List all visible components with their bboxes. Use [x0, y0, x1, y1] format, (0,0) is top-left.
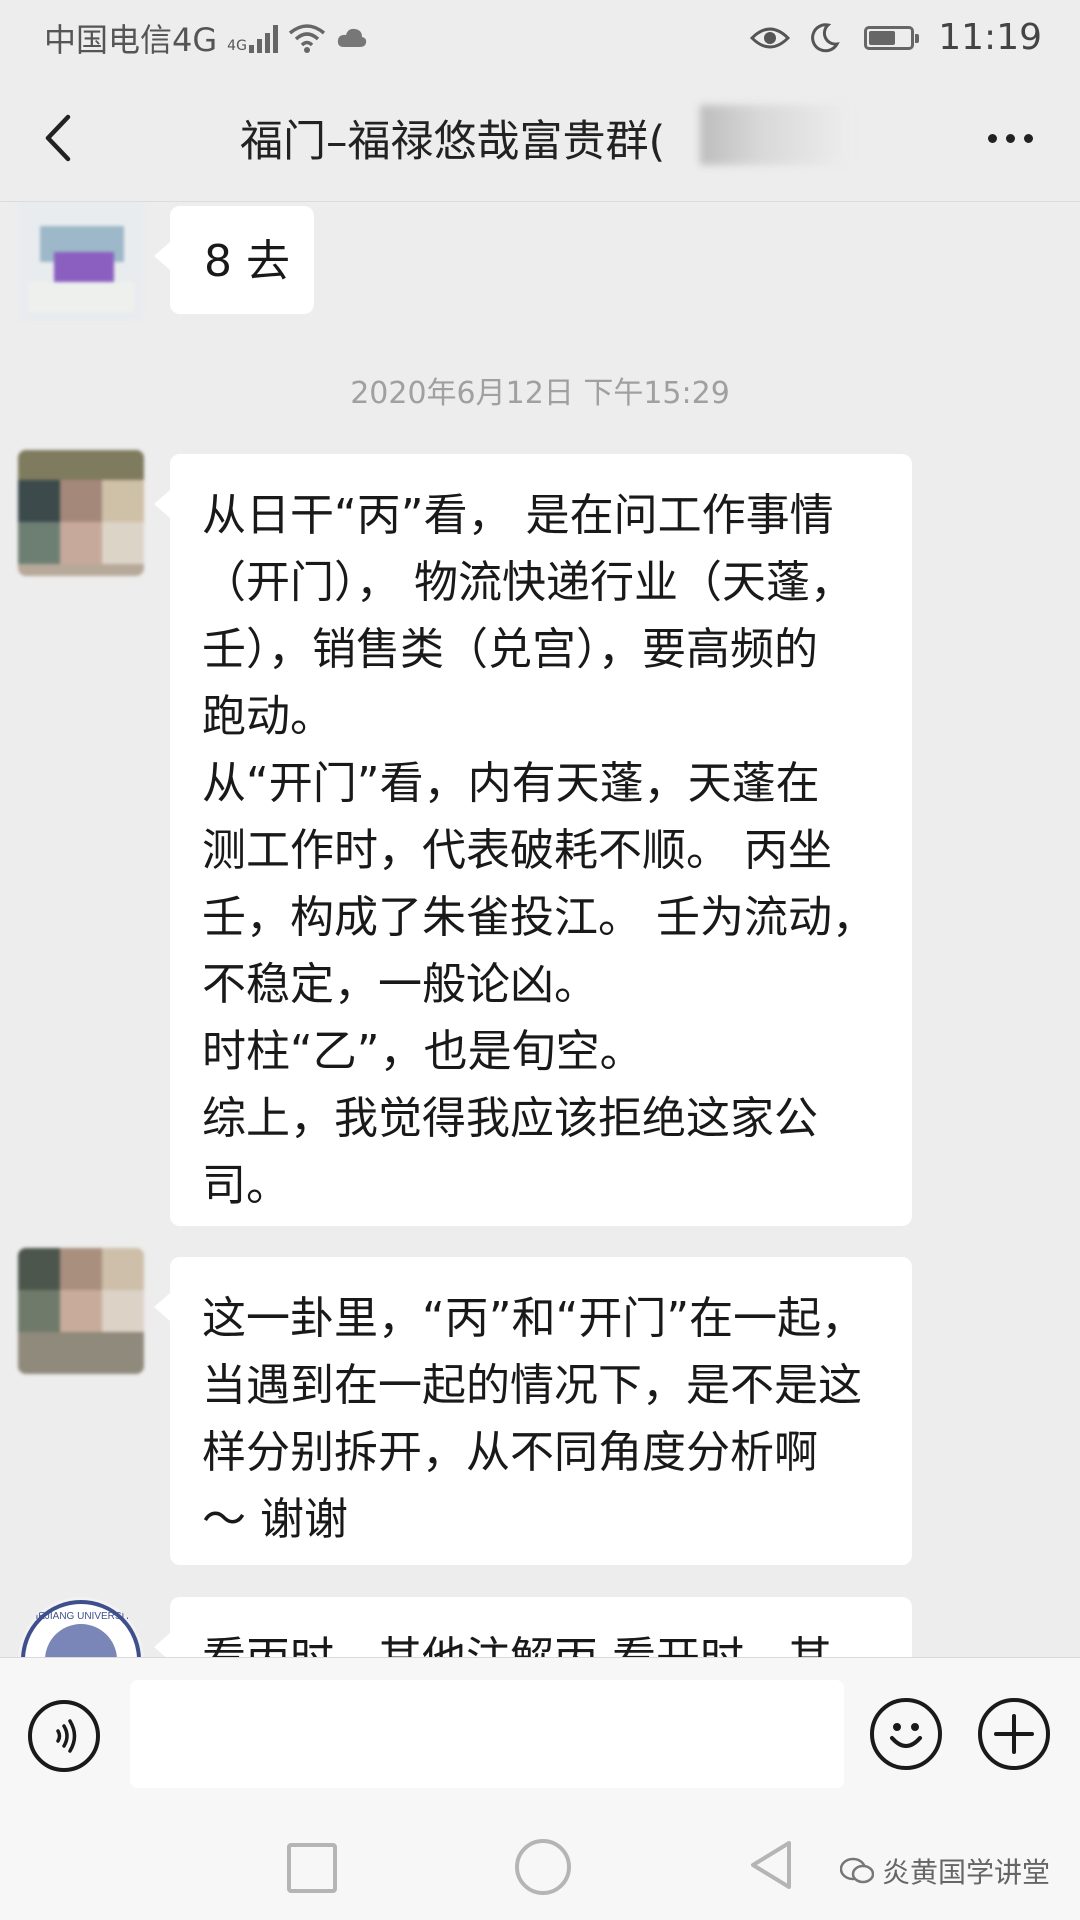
blurred-member-count — [700, 105, 850, 165]
avatar-label: ZHEJIANG UNIVERSITY — [25, 1611, 138, 1622]
message-text: 8 去 — [204, 236, 290, 287]
clock: 11:19 — [938, 17, 1042, 58]
network-badge: 4G — [227, 37, 247, 54]
chat-area[interactable]: 8 去 2020年6月12日 下午15:29 从日干“丙”看， 是在问工作事情 … — [0, 202, 1080, 1657]
message-bubble[interactable]: 8 去 — [154, 206, 314, 314]
message-text: 这一卦里，“丙”和“开门”在一起， 当遇到在一起的情况下，是不是这 样分别拆开，… — [202, 1293, 866, 1545]
emoji-icon[interactable] — [870, 1698, 942, 1770]
signal-icon: 4G — [227, 23, 278, 53]
voice-icon[interactable] — [28, 1700, 100, 1772]
chevron-left-icon[interactable] — [34, 111, 88, 165]
avatar[interactable] — [18, 450, 144, 576]
battery-icon — [864, 25, 920, 50]
wifi-icon — [288, 23, 326, 53]
message-bubble[interactable]: 看丙时，其他注解丙 看开时，其 — [154, 1597, 912, 1657]
wechat-icon — [839, 1857, 874, 1884]
chat-title: 福门–福禄悠哉富贵群( — [240, 117, 666, 167]
message-text: 看丙时，其他注解丙 看开时，其 — [202, 1625, 880, 1657]
system-nav-bar: 炎黄国学讲堂 — [0, 1815, 1080, 1920]
status-bar: 中国电信4G 4G 11:19 — [0, 0, 1080, 75]
message-bubble[interactable]: 从日干“丙”看， 是在问工作事情 （开门）， 物流快递行业（天蓬， 壬），销售类… — [154, 454, 912, 1226]
moon-icon — [811, 22, 841, 52]
recent-apps-icon[interactable] — [287, 1843, 337, 1893]
eye-icon — [750, 27, 791, 48]
chat-header: 福门–福禄悠哉富贵群( — [0, 75, 1080, 202]
home-icon[interactable] — [515, 1839, 571, 1895]
avatar[interactable]: ZHEJIANG UNIVERSITY — [18, 1597, 144, 1657]
status-right: 11:19 — [750, 17, 1042, 58]
message-text: 从日干“丙”看， 是在问工作事情 （开门）， 物流快递行业（天蓬， 壬），销售类… — [202, 490, 876, 1211]
avatar[interactable] — [18, 1248, 144, 1374]
message-input[interactable] — [130, 1680, 844, 1788]
carrier-label: 中国电信4G — [44, 20, 218, 59]
watermark: 炎黄国学讲堂 — [839, 1851, 1050, 1891]
input-bar — [0, 1657, 1080, 1815]
back-icon[interactable] — [745, 1837, 797, 1893]
avatar[interactable] — [18, 202, 144, 322]
cloud-icon — [337, 28, 367, 47]
status-left: 中国电信4G 4G — [44, 15, 368, 61]
plus-icon[interactable] — [978, 1698, 1050, 1770]
watermark-text: 炎黄国学讲堂 — [881, 1856, 1050, 1889]
timestamp: 2020年6月12日 下午15:29 — [350, 376, 730, 411]
more-dots-icon[interactable] — [980, 111, 1040, 165]
university-logo-icon: ZHEJIANG UNIVERSITY — [21, 1600, 141, 1657]
message-bubble[interactable]: 这一卦里，“丙”和“开门”在一起， 当遇到在一起的情况下，是不是这 样分别拆开，… — [154, 1257, 912, 1565]
